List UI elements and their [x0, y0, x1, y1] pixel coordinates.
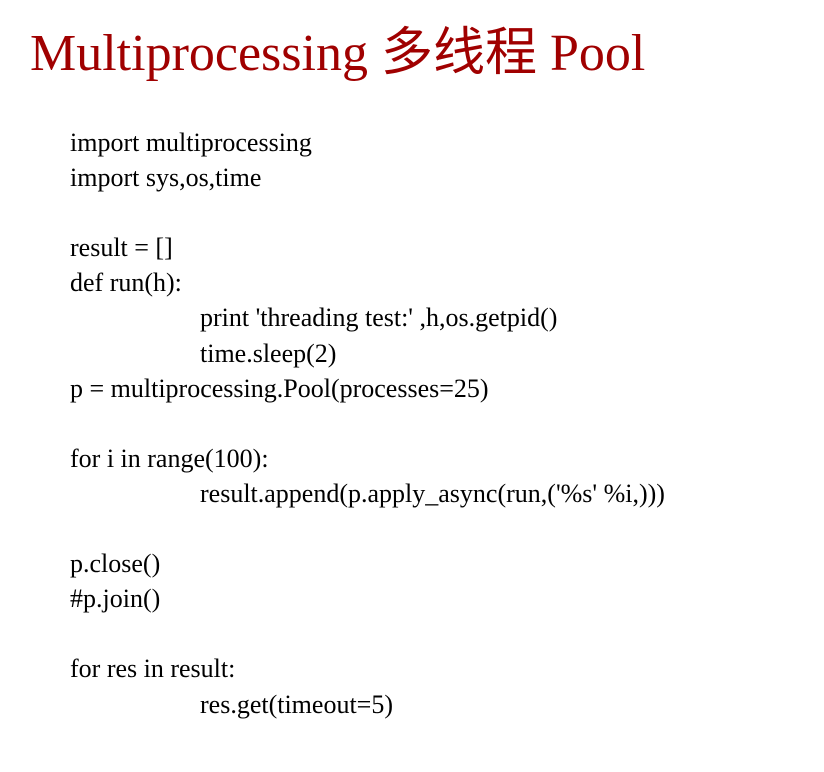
code-line: res.get(timeout=5)	[70, 687, 794, 722]
code-line: time.sleep(2)	[70, 336, 794, 371]
slide-container: Multiprocessing 多线程 Pool import multipro…	[0, 0, 824, 772]
code-line: print 'threading test:' ,h,os.getpid()	[70, 300, 794, 335]
code-line: result = []	[70, 230, 794, 265]
code-line: #p.join()	[70, 581, 794, 616]
slide-title: Multiprocessing 多线程 Pool	[30, 10, 794, 85]
code-line: p = multiprocessing.Pool(processes=25)	[70, 371, 794, 406]
blank-line	[70, 406, 794, 441]
blank-line	[70, 195, 794, 230]
code-line: for i in range(100):	[70, 441, 794, 476]
code-line: for res in result:	[70, 651, 794, 686]
code-line: result.append(p.apply_async(run,('%s' %i…	[70, 476, 794, 511]
code-block: import multiprocessing import sys,os,tim…	[30, 125, 794, 722]
blank-line	[70, 511, 794, 546]
code-line: p.close()	[70, 546, 794, 581]
blank-line	[70, 616, 794, 651]
code-line: def run(h):	[70, 265, 794, 300]
code-line: import sys,os,time	[70, 160, 794, 195]
code-line: import multiprocessing	[70, 125, 794, 160]
